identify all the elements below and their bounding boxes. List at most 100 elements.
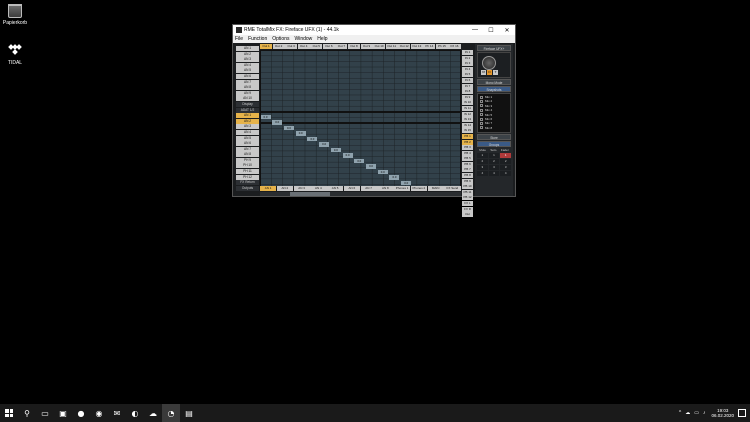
- snapshot-checkbox[interactable]: [480, 95, 483, 99]
- onedrive-icon[interactable]: ☁: [685, 410, 690, 416]
- channel-label[interactable]: PB 5: [462, 156, 473, 162]
- store-button[interactable]: Store: [477, 134, 511, 140]
- row-label[interactable]: AN 3: [236, 124, 259, 130]
- group-cell[interactable]: 1: [500, 153, 511, 158]
- row-label[interactable]: AN 7: [236, 79, 259, 85]
- column-header[interactable]: Out 5: [310, 44, 323, 49]
- routing-cell[interactable]: 0.0: [377, 169, 388, 175]
- row-label[interactable]: Display: [236, 101, 259, 107]
- channel-label[interactable]: IN 8: [462, 89, 473, 95]
- row-label[interactable]: AN 7: [236, 146, 259, 152]
- main-volume-knob[interactable]: [482, 56, 496, 70]
- column-header[interactable]: Out 6: [322, 44, 335, 49]
- device-select-button[interactable]: Fireface UFX+: [477, 45, 511, 51]
- group-cell[interactable]: 4: [477, 171, 488, 176]
- column-header[interactable]: Out 7: [335, 44, 348, 49]
- channel-label[interactable]: IN 5: [462, 72, 473, 78]
- output-tab[interactable]: AN 3: [293, 186, 310, 191]
- row-label[interactable]: AN 3: [236, 57, 259, 63]
- column-header[interactable]: Out 4: [297, 44, 310, 49]
- app-icon[interactable]: ●: [72, 404, 90, 422]
- column-header[interactable]: Ph 15: [435, 44, 448, 49]
- channel-label[interactable]: PB 8: [462, 173, 473, 179]
- channel-label[interactable]: PB 1: [462, 133, 473, 139]
- snapshot-checkbox[interactable]: [480, 100, 483, 104]
- mono-mode-button[interactable]: Mono Mode: [477, 79, 511, 85]
- row-label[interactable]: PH 9: [236, 157, 259, 163]
- row-label[interactable]: AN 4: [236, 129, 259, 135]
- maximize-button[interactable]: ☐: [483, 27, 499, 34]
- task-view-icon[interactable]: ▭: [36, 404, 54, 422]
- output-tab[interactable]: MAIN: [427, 186, 444, 191]
- cloud-icon[interactable]: ☁: [144, 404, 162, 422]
- group-cell[interactable]: 2: [488, 159, 500, 164]
- channel-label[interactable]: IN 6: [462, 77, 473, 83]
- store-icon[interactable]: ▣: [54, 404, 72, 422]
- group-cell[interactable]: 4: [488, 171, 500, 176]
- channel-label[interactable]: IN 9: [462, 94, 473, 100]
- snapshot-checkbox[interactable]: [480, 104, 483, 108]
- channel-label[interactable]: IN 4: [462, 66, 473, 72]
- routing-cell[interactable]: 0.0: [319, 142, 330, 147]
- column-header[interactable]: Out 12: [398, 44, 411, 49]
- channel-label[interactable]: FX L: [462, 201, 473, 207]
- row-label[interactable]: PH 10: [236, 163, 259, 169]
- row-label[interactable]: AN 6: [236, 73, 259, 79]
- group-cell[interactable]: 3: [500, 165, 511, 170]
- row-label[interactable]: AN 2: [236, 51, 259, 57]
- column-header[interactable]: Out 3: [285, 44, 298, 49]
- routing-cell[interactable]: 0.0: [354, 158, 365, 164]
- dim-mute-button[interactable]: M: [481, 70, 486, 75]
- output-tab[interactable]: Phones 2: [410, 186, 427, 191]
- row-label[interactable]: AN 1: [236, 46, 259, 51]
- row-label[interactable]: PH 11: [236, 169, 259, 175]
- output-tab[interactable]: Phones 1: [394, 186, 411, 191]
- channel-label[interactable]: PB 2: [462, 139, 473, 145]
- channel-label[interactable]: IN 11: [462, 105, 473, 111]
- routing-cell[interactable]: 0.0: [330, 147, 341, 153]
- group-cell[interactable]: 1: [488, 153, 500, 158]
- clock[interactable]: 19:03 06.02.2020: [711, 408, 734, 418]
- row-label[interactable]: AN 6: [236, 141, 259, 147]
- output-tab[interactable]: AN 1: [260, 186, 277, 191]
- column-header[interactable]: Out 9: [360, 44, 373, 49]
- channel-label[interactable]: IN 1: [462, 50, 473, 55]
- routing-cell[interactable]: 0.0: [260, 114, 271, 120]
- group-cell[interactable]: 3: [477, 165, 488, 170]
- column-header[interactable]: Out 2: [272, 44, 285, 49]
- browser-icon[interactable]: ◐: [126, 404, 144, 422]
- routing-cell[interactable]: 0.0: [366, 164, 377, 169]
- start-icon[interactable]: [0, 404, 18, 422]
- snapshot-item[interactable]: Mix 8: [480, 126, 508, 130]
- group-cell[interactable]: 2: [477, 159, 488, 164]
- group-cell[interactable]: 1: [477, 153, 488, 158]
- row-label[interactable]: FX Return: [236, 180, 259, 186]
- channel-label[interactable]: IN 14: [462, 122, 473, 128]
- dim-button[interactable]: D: [487, 70, 492, 75]
- column-header[interactable]: Out 1: [260, 44, 273, 49]
- routing-cell[interactable]: 0.0: [307, 136, 318, 142]
- channel-label[interactable]: IN 10: [462, 100, 473, 106]
- title-bar[interactable]: RME TotalMix FX: Fireface UFX (1) - 44.1…: [233, 25, 515, 35]
- channel-label[interactable]: IN 12: [462, 111, 473, 117]
- desktop-icon-tidal[interactable]: TIDAL: [0, 44, 30, 66]
- routing-cell[interactable]: 0.0: [389, 175, 400, 180]
- routing-cell[interactable]: 0.0: [295, 131, 306, 136]
- row-label[interactable]: Outputs: [236, 185, 259, 191]
- totalmix-icon[interactable]: ◔: [162, 404, 180, 422]
- row-label[interactable]: PH 12: [236, 174, 259, 180]
- column-header[interactable]: Out 13: [410, 44, 423, 49]
- routing-cell[interactable]: 0.0: [342, 153, 353, 158]
- row-label[interactable]: AN 10: [236, 96, 259, 102]
- snapshot-checkbox[interactable]: [480, 108, 483, 112]
- channel-label[interactable]: PB 6: [462, 161, 473, 167]
- column-header[interactable]: Out 8: [347, 44, 360, 49]
- column-header[interactable]: Out 11: [385, 44, 398, 49]
- output-tab[interactable]: AN 8: [377, 186, 394, 191]
- output-tab[interactable]: AN 6: [343, 186, 360, 191]
- channel-label[interactable]: PB 12: [462, 195, 473, 201]
- network-icon[interactable]: ▭: [694, 410, 699, 416]
- channel-label[interactable]: IN 15: [462, 128, 473, 134]
- snapshot-checkbox[interactable]: [480, 113, 483, 117]
- channel-label[interactable]: IN 7: [462, 83, 473, 89]
